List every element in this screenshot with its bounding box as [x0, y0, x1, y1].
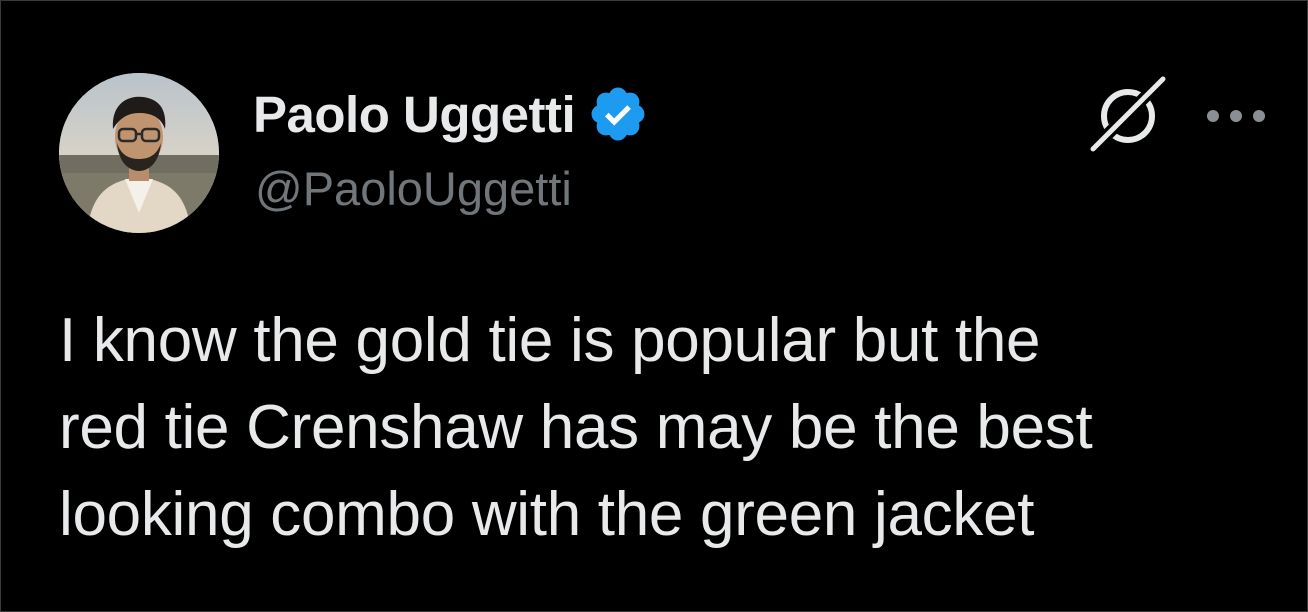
author-display-name[interactable]: Paolo Uggetti [253, 85, 576, 144]
author-handle[interactable]: @PaoloUggetti [255, 161, 572, 216]
tweet-text: I know the gold tie is popular but the r… [59, 297, 1279, 558]
tweet-card: Paolo Uggetti @PaoloUggetti I know the g… [0, 0, 1308, 612]
more-options-icon[interactable] [1201, 96, 1271, 136]
tweet-text-line: looking combo with the green jacket [59, 480, 1035, 549]
author-name-row: Paolo Uggetti [253, 79, 649, 149]
avatar-photo [59, 73, 219, 233]
grok-icon[interactable] [1087, 74, 1169, 157]
avatar[interactable] [59, 73, 219, 233]
tweet-text-line: I know the gold tie is popular but the [59, 306, 1041, 375]
verified-badge-icon[interactable] [587, 83, 649, 145]
tweet-text-line: red tie Crenshaw has may be the best [59, 393, 1093, 462]
